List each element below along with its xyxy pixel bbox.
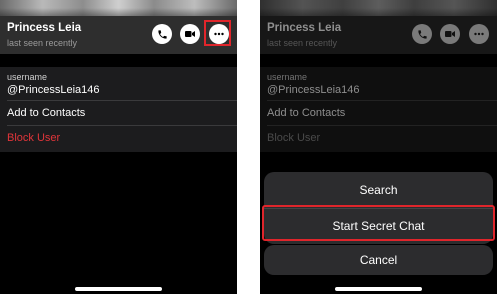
block-user-button: Block User [267,132,321,144]
home-indicator [75,287,162,291]
add-to-contacts-button[interactable]: Add to Contacts [7,107,85,119]
contact-info-section: username @PrincessLeia146 Add to Contact… [0,67,237,152]
video-camera-icon [185,31,195,37]
more-button-highlight [204,20,231,46]
cancel-button[interactable]: Cancel [264,245,493,275]
secret-chat-highlight [262,205,495,241]
username-label: username [7,72,48,82]
video-call-button [440,24,460,44]
contact-name: Princess Leia [7,22,82,34]
last-seen-status: last seen recently [267,38,338,48]
add-to-contacts-button: Add to Contacts [267,107,346,119]
last-seen-status: last seen recently [7,38,78,48]
more-dots-icon [474,32,484,36]
home-indicator [335,287,422,291]
call-button[interactable] [152,24,172,44]
username-label: username [267,72,308,82]
video-camera-icon [445,31,455,37]
profile-header: Princess Leia last seen recently [260,16,497,54]
username-value: @PrincessLeia146 [267,84,360,96]
profile-photo [260,0,497,16]
search-option[interactable]: Search [264,172,493,208]
divider [7,125,237,126]
block-user-button[interactable]: Block User [7,132,60,144]
phone-icon [157,29,167,39]
profile-header: Princess Leia last seen recently [0,16,237,54]
divider [267,100,497,101]
contact-info-section: username @PrincessLeia146 Add to Contact… [260,67,497,152]
contact-name: Princess Leia [267,22,342,34]
divider [267,125,497,126]
username-value[interactable]: @PrincessLeia146 [7,84,100,96]
profile-photo [0,0,237,16]
divider [7,100,237,101]
phone-icon [417,29,427,39]
phone-screen-profile: Princess Leia last seen recently usernam… [0,0,237,294]
more-button [469,24,489,44]
video-call-button[interactable] [180,24,200,44]
call-button [412,24,432,44]
phone-screen-action-sheet: Princess Leia last seen recently usernam… [260,0,497,294]
